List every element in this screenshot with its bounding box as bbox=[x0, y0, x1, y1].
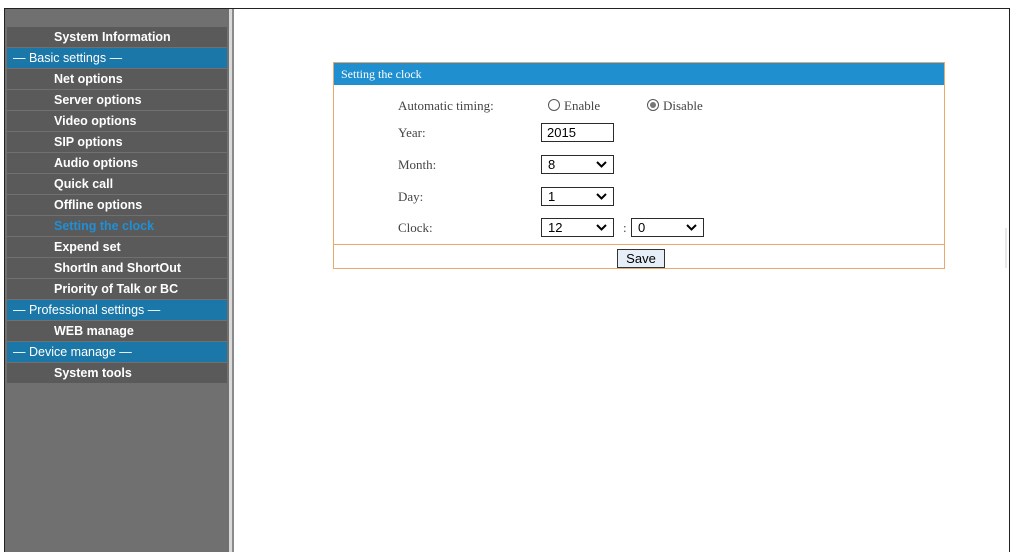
sidebar-item-system-information[interactable]: System Information bbox=[7, 27, 227, 47]
sidebar-section-professional-settings: — Professional settings — bbox=[7, 300, 227, 320]
clock-row: Clock: 12 : 0 bbox=[398, 218, 818, 238]
sidebar-item-system-tools[interactable]: System tools bbox=[7, 363, 227, 383]
month-select-value: 8 bbox=[548, 157, 556, 172]
month-select[interactable]: 8 bbox=[541, 155, 614, 174]
sidebar-item-net-options[interactable]: Net options bbox=[7, 69, 227, 89]
day-select[interactable]: 1 bbox=[541, 187, 614, 206]
day-select-value: 1 bbox=[548, 189, 556, 204]
sidebar-nav: System Information — Basic settings — Net … bbox=[7, 27, 227, 384]
panel-footer: Save bbox=[334, 244, 944, 269]
save-button[interactable]: Save bbox=[617, 249, 665, 268]
sidebar-item-setting-the-clock[interactable]: Setting the clock bbox=[7, 216, 227, 236]
sidebar-section-basic-settings: — Basic settings — bbox=[7, 48, 227, 68]
automatic-timing-label: Automatic timing: bbox=[398, 98, 494, 113]
clock-settings-panel: Setting the clock Automatic timing: Enab… bbox=[333, 62, 945, 269]
sidebar-item-video-options[interactable]: Video options bbox=[7, 111, 227, 131]
year-label: Year: bbox=[398, 125, 426, 140]
automatic-timing-row: Automatic timing: Enable Disable bbox=[398, 96, 918, 116]
scrollbar-edge bbox=[1005, 228, 1007, 268]
hour-select-value: 12 bbox=[548, 220, 563, 235]
sidebar-item-sip-options[interactable]: SIP options bbox=[7, 132, 227, 152]
hour-select[interactable]: 12 bbox=[541, 218, 614, 237]
enable-radio[interactable] bbox=[548, 99, 560, 111]
chevron-down-icon bbox=[596, 193, 607, 200]
chevron-down-icon bbox=[686, 224, 697, 231]
disable-radio-label: Disable bbox=[663, 98, 703, 113]
time-separator: : bbox=[623, 220, 627, 235]
year-input[interactable]: 2015 bbox=[541, 123, 614, 142]
minute-select[interactable]: 0 bbox=[631, 218, 704, 237]
enable-radio-label: Enable bbox=[564, 98, 601, 113]
sidebar-item-expend-set[interactable]: Expend set bbox=[7, 237, 227, 257]
day-label: Day: bbox=[398, 189, 424, 204]
month-row: Month: 8 bbox=[398, 155, 698, 175]
sidebar-item-audio-options[interactable]: Audio options bbox=[7, 153, 227, 173]
sidebar-section-device-manage: — Device manage — bbox=[7, 342, 227, 362]
disable-radio[interactable] bbox=[647, 99, 659, 111]
panel-title: Setting the clock bbox=[334, 63, 944, 85]
day-row: Day: 1 bbox=[398, 187, 698, 207]
sidebar-item-web-manage[interactable]: WEB manage bbox=[7, 321, 227, 341]
chevron-down-icon bbox=[596, 224, 607, 231]
chevron-down-icon bbox=[596, 161, 607, 168]
month-label: Month: bbox=[398, 157, 437, 172]
sidebar-divider-shadow bbox=[232, 9, 234, 552]
sidebar-item-shortin-and-shortout[interactable]: ShortIn and ShortOut bbox=[7, 258, 227, 278]
sidebar-item-priority-of-talk-or-bc[interactable]: Priority of Talk or BC bbox=[7, 279, 227, 299]
clock-label: Clock: bbox=[398, 220, 433, 235]
year-row: Year: 2015 bbox=[398, 123, 698, 143]
sidebar-item-quick-call[interactable]: Quick call bbox=[7, 174, 227, 194]
sidebar-item-offline-options[interactable]: Offline options bbox=[7, 195, 227, 215]
minute-select-value: 0 bbox=[638, 220, 646, 235]
sidebar-item-server-options[interactable]: Server options bbox=[7, 90, 227, 110]
